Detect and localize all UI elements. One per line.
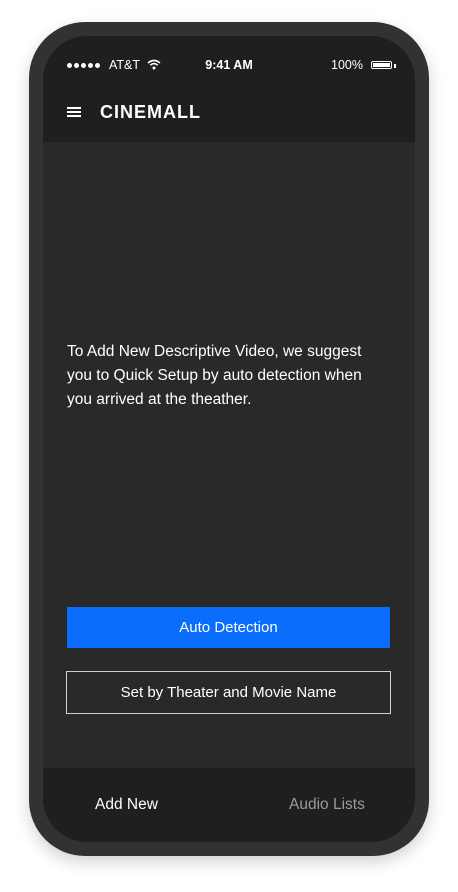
set-by-theater-button[interactable]: Set by Theater and Movie Name — [66, 671, 391, 714]
main-content: To Add New Descriptive Video, we suggest… — [43, 142, 415, 768]
battery-percentage: 100% — [331, 58, 363, 72]
tab-bar: Add New Audio Lists — [43, 768, 415, 842]
battery-icon — [371, 61, 392, 69]
nav-bar: CINEMALL — [43, 94, 415, 142]
status-bar: AT&T 9:41 AM 100% — [43, 36, 415, 94]
screen: AT&T 9:41 AM 100% CINEMALL To Add New De… — [43, 36, 415, 842]
battery-tip — [394, 64, 396, 68]
tab-audio-lists[interactable]: Audio Lists — [289, 796, 365, 814]
setup-message: To Add New Descriptive Video, we suggest… — [67, 343, 362, 408]
auto-detection-button[interactable]: Auto Detection — [67, 607, 390, 648]
tab-add-new[interactable]: Add New — [95, 796, 158, 814]
app-logo: CINEMALL — [100, 102, 201, 122]
phone-frame: AT&T 9:41 AM 100% CINEMALL To Add New De… — [29, 22, 429, 856]
hamburger-icon[interactable] — [67, 105, 81, 119]
